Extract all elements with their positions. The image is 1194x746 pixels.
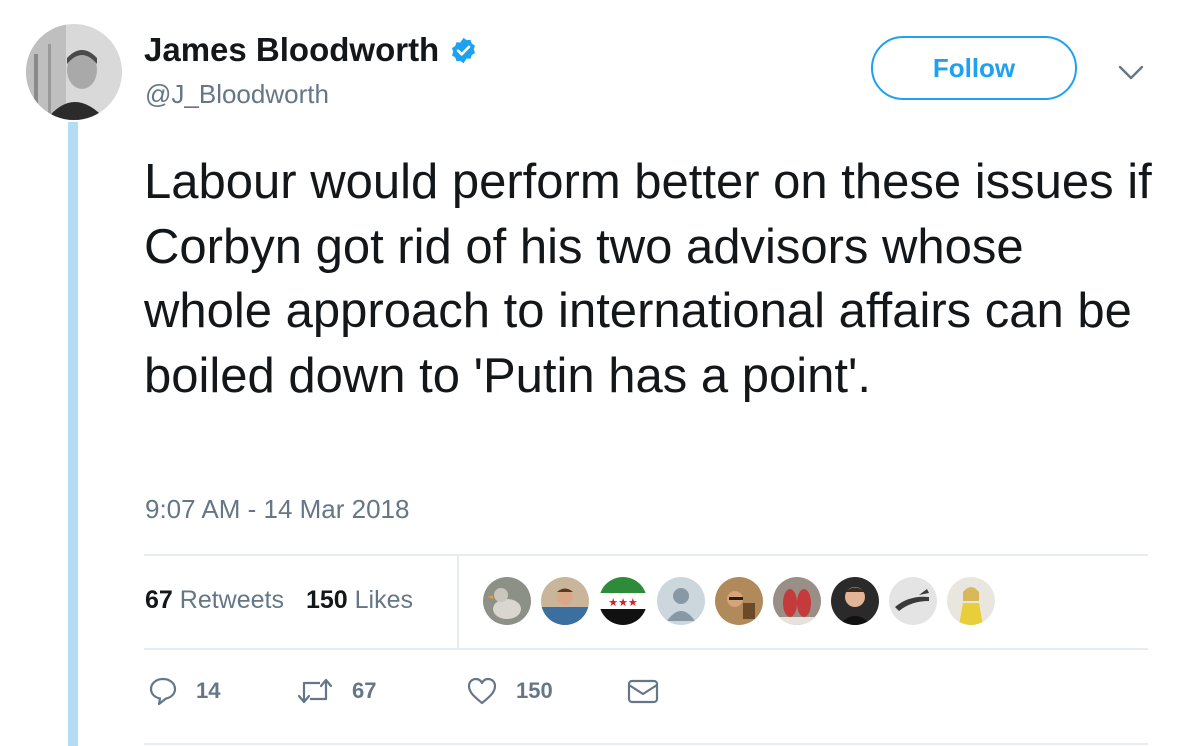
- retweets-stat-label: Retweets: [179, 586, 284, 614]
- liker-avatar[interactable]: [715, 577, 763, 625]
- reply-button[interactable]: 14: [148, 676, 296, 706]
- retweets-stat[interactable]: 67 Retweets: [145, 586, 284, 615]
- tweet-text: Labour would perform better on these iss…: [144, 155, 1152, 403]
- tweet-actions: 14 67 150: [148, 676, 660, 706]
- direct-message-button[interactable]: [626, 676, 660, 706]
- reply-icon: [149, 677, 177, 706]
- verified-badge-icon: [452, 37, 476, 63]
- liker-avatar[interactable]: [889, 577, 937, 625]
- tweet-timestamp[interactable]: 9:07 AM - 14 Mar 2018: [145, 494, 409, 525]
- liker-avatar[interactable]: [483, 577, 531, 625]
- svg-text:★★★: ★★★: [608, 596, 638, 609]
- liker-avatar[interactable]: [947, 577, 995, 625]
- liker-avatar[interactable]: [831, 577, 879, 625]
- like-button[interactable]: 150: [466, 676, 626, 706]
- liker-avatar[interactable]: [657, 577, 705, 625]
- author-name[interactable]: James Bloodworth: [144, 31, 439, 69]
- retweets-stat-count: 67: [145, 586, 173, 614]
- liker-avatar[interactable]: [773, 577, 821, 625]
- liker-avatar[interactable]: [541, 577, 589, 625]
- thread-connector-line: [68, 122, 78, 746]
- divider-top: [144, 554, 1148, 556]
- like-heart-icon: [467, 677, 497, 705]
- divider-bottom: [144, 743, 1148, 745]
- author-handle[interactable]: @J_Bloodworth: [145, 79, 329, 110]
- author-name-row[interactable]: James Bloodworth: [144, 31, 478, 69]
- likes-stat-count: 150: [305, 586, 348, 614]
- likes-stat[interactable]: 150 Likes: [306, 586, 413, 615]
- chevron-down-icon[interactable]: [1116, 60, 1146, 84]
- like-count: 150: [516, 678, 553, 703]
- engagement-stats: 67 Retweets 150 Likes: [145, 586, 413, 615]
- liker-avatar[interactable]: ★★★: [599, 577, 647, 625]
- stats-divider: [457, 556, 459, 648]
- retweet-button[interactable]: 67: [296, 676, 466, 706]
- liker-avatars: ★★★: [483, 577, 1005, 625]
- follow-button[interactable]: Follow: [871, 36, 1077, 100]
- author-avatar[interactable]: [26, 24, 122, 120]
- retweet-icon: [297, 678, 333, 704]
- likes-stat-label: Likes: [354, 586, 414, 614]
- retweet-count: 67: [352, 678, 377, 703]
- direct-message-icon: [627, 679, 659, 704]
- reply-count: 14: [196, 678, 221, 703]
- divider-middle: [144, 648, 1148, 650]
